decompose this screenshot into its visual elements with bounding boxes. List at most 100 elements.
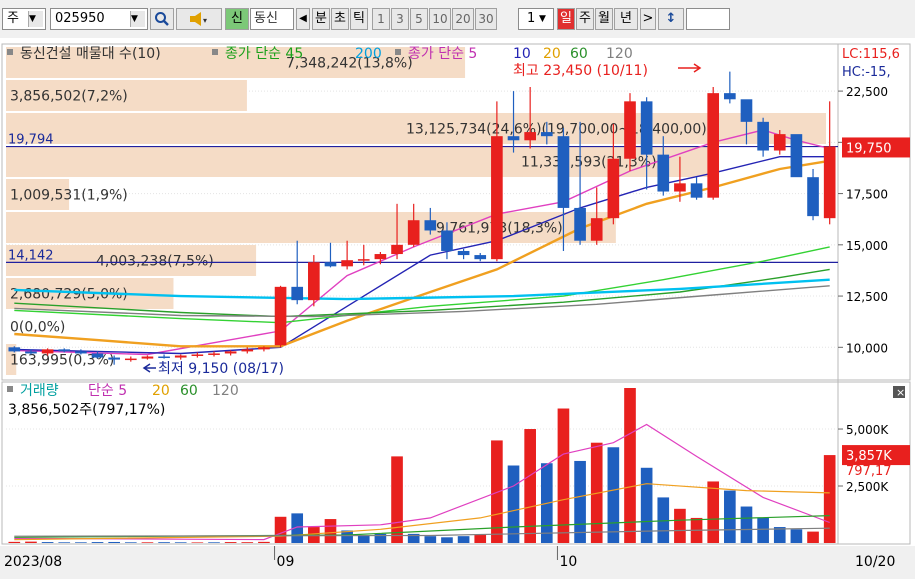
next-button[interactable]: > [640,8,656,30]
market-select[interactable]: 주 ▼ [2,8,46,30]
price-legend-item: 200 [355,46,382,62]
tab-tick[interactable]: 틱 [350,8,368,30]
candle-down [108,357,120,360]
volume-legend-item: 단순 5 [88,383,127,399]
tick-30-button[interactable]: 30 [475,8,497,30]
price-legend-item: 동신건설 매물대 수(10) [20,46,161,62]
candle-down [457,250,470,256]
candle-up [224,351,237,354]
sort-icon[interactable]: ↕ [658,8,684,30]
candle-down [807,177,819,217]
svg-text:▾: ▾ [203,16,207,25]
volume-close-glyph: × [896,386,905,399]
chart-toolbar: 주 ▼ 025950 ▼ ▾ 신 동신 ◀ 분 초 틱 1 3 5 10 20 30… [0,0,915,39]
price-tick-label: 15,000 [846,239,888,253]
candle-up [407,220,420,245]
stock-chart-svg: 10,00012,50015,00017,50020,28%22,5007,34… [0,43,915,576]
volume-bar [674,508,686,543]
volume-bar [41,542,54,543]
volume-bar [507,465,520,543]
volume-tick-label: 5,000K [846,423,889,437]
tab-year[interactable]: 년 [614,8,638,30]
search-button[interactable] [150,8,174,30]
candle-up [624,101,636,159]
volume-bar [424,536,437,543]
tick-5-button[interactable]: 5 [410,8,428,30]
stock-code-value: 025950 [55,11,105,26]
last-price-label: 19,750 [846,141,892,156]
price-tick-label: 12,500 [846,290,888,304]
volume-bar [224,542,237,543]
volume-legend-item: 120 [212,383,239,399]
tab-month[interactable]: 월 [595,8,613,30]
alert-button[interactable]: ▾ [176,8,222,30]
volume-bar [441,537,453,543]
chevron-down-icon: ▼ [130,11,145,27]
tab-day[interactable]: 일 [557,8,575,30]
candle-down [424,220,437,231]
candle-up [174,355,187,358]
candle-down [757,121,769,151]
candle-down [474,255,487,260]
candle-up [357,259,370,261]
volume-bar [108,541,120,543]
candle-down [740,99,753,122]
candle-down [657,154,670,192]
candle-up [590,218,603,241]
volume-profile-label: 0(0,0%) [10,319,65,335]
search-icon [155,12,169,26]
tab-second[interactable]: 초 [331,8,349,30]
volume-bar [75,542,87,543]
prev-arrow-button[interactable]: ◀ [296,8,310,30]
volume-bar [25,541,37,543]
legend-bullet [212,49,218,55]
legend-bullet [7,386,13,392]
market-select-value: 주 [7,11,19,26]
stock-code-input[interactable]: 025950 ▼ [50,8,148,30]
current-volume-pct: 797,17 [846,464,892,479]
chevron-down-icon: ▼ [28,11,43,27]
candle-up [258,347,270,350]
candle-up [208,353,220,355]
date-axis-label: 10/20 [855,554,895,570]
unit-select[interactable]: 1 ▼ [518,8,554,30]
stock-name-field: 동신 [250,8,294,30]
candle-down [324,262,337,267]
tick-20-button[interactable]: 20 [452,8,474,30]
candle-down [507,136,520,141]
candle-up [341,260,353,267]
low-annotation: 최저 9,150 (08/17) [158,361,284,377]
volume-bar [457,536,470,543]
candle-up [241,349,254,352]
volume-bar [208,542,220,543]
candle-up [374,254,387,260]
tick-10-button[interactable]: 10 [429,8,451,30]
tab-minute[interactable]: 분 [312,8,330,30]
hc-label: HC:-15, [842,65,891,80]
date-axis-label: 2023/08 [4,554,62,570]
candle-up [524,132,536,141]
volume-bar [740,506,753,543]
price-tick-label: 17,500 [846,188,888,202]
price-legend-item: 종가 단순 45 [225,46,303,62]
price-legend-item: 20 [543,46,561,62]
candle-up [141,356,154,359]
candle-up [823,146,836,219]
credit-button[interactable]: 신 [225,8,249,30]
tick-1-button[interactable]: 1 [372,8,390,30]
volume-bar [724,490,736,543]
date-axis-label: 10 [559,554,577,570]
tab-week[interactable]: 주 [576,8,594,30]
volume-bar [91,542,104,543]
extra-input[interactable] [686,8,730,30]
legend-bullet [7,49,13,55]
candle-up [191,354,204,356]
volume-profile-label: 1,009,531(1,9%) [10,187,128,203]
date-axis-bar [0,546,915,576]
candle-up [773,134,786,151]
tick-3-button[interactable]: 3 [391,8,409,30]
candle-down [158,356,170,359]
volume-profile-label: 4,003,238(7,5%) [96,253,214,269]
candle-down [790,134,803,178]
candle-down [557,136,570,208]
